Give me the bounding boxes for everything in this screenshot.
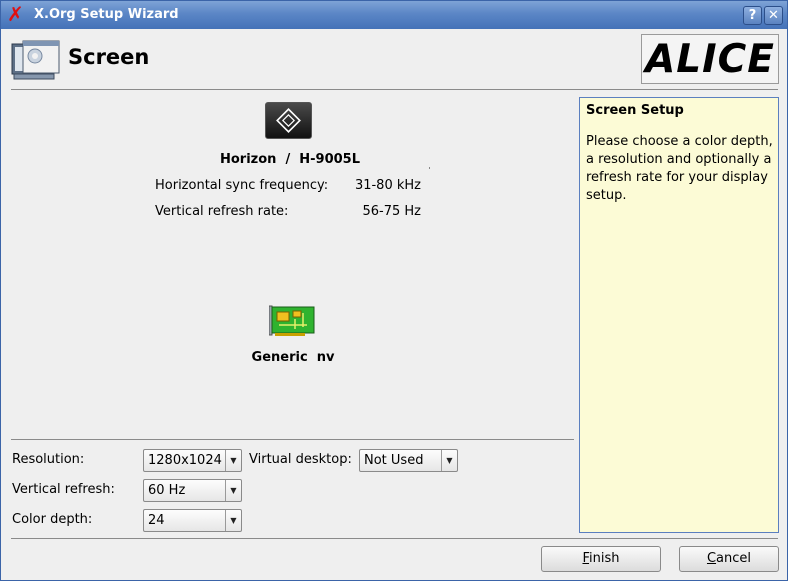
wizard-window: ✗ X.Org Setup Wizard ? ✕ Screen ALICE Ho… [0,0,788,581]
title-bar[interactable]: ✗ X.Org Setup Wizard ? ✕ [1,1,787,29]
help-button[interactable]: ? [743,6,762,25]
screen-settings-icon [11,40,60,80]
resolution-select[interactable]: 1280x1024 ▼ [143,449,242,472]
resolution-value: 1280x1024 [148,453,222,468]
chevron-down-icon: ▼ [441,450,457,471]
dot-mark [429,167,430,169]
vrefresh-label: Vertical refresh rate: [155,204,289,219]
vrefresh-value: 56-75 Hz [362,204,421,219]
vertical-refresh-label: Vertical refresh: [12,482,115,497]
vertical-refresh-value: 60 Hz [148,483,186,498]
monitor-name[interactable]: Horizon / H-9005L [151,152,429,167]
window-title: X.Org Setup Wizard [34,7,179,22]
cancel-label: ancel [716,551,752,566]
xorg-app-icon: ✗ [7,2,24,26]
finish-button[interactable]: Finish [541,546,661,572]
finish-label: inish [589,551,620,566]
alice-logo: ALICE [641,34,779,84]
cancel-button[interactable]: Cancel [679,546,779,572]
virtual-desktop-value: Not Used [364,453,424,468]
settings-divider [11,439,574,440]
hsync-value: 31-80 kHz [354,178,421,193]
monitor-icon[interactable] [265,102,312,139]
help-text: Please choose a color depth, a resolutio… [586,134,773,203]
header-divider [11,89,778,90]
help-panel: Screen Setup Please choose a color depth… [579,97,779,533]
close-button[interactable]: ✕ [764,6,783,25]
vertical-refresh-select[interactable]: 60 Hz ▼ [143,479,242,502]
color-depth-label: Color depth: [12,512,93,527]
video-card-name[interactable]: Generic nv [151,350,435,365]
help-title: Screen Setup [586,103,684,118]
chevron-down-icon: ▼ [225,480,241,501]
color-depth-select[interactable]: 24 ▼ [143,509,242,532]
virtual-desktop-label: Virtual desktop: [249,452,352,467]
chevron-down-icon: ▼ [225,450,241,471]
hsync-label: Horizontal sync frequency: [155,178,329,193]
chevron-down-icon: ▼ [225,510,241,531]
footer-divider [11,538,778,539]
virtual-desktop-select[interactable]: Not Used ▼ [359,449,458,472]
page-title: Screen [68,45,150,69]
resolution-label: Resolution: [12,452,85,467]
cancel-mnemonic: C [706,551,717,566]
color-depth-value: 24 [148,513,165,528]
video-card-icon[interactable] [269,305,315,336]
